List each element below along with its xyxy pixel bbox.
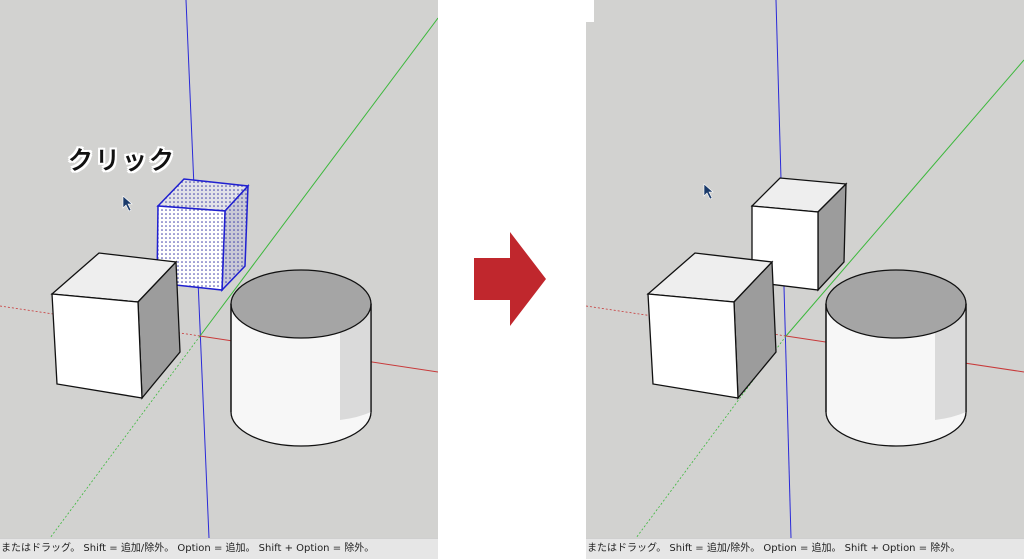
viewport-after[interactable] [586, 0, 1024, 538]
large-cube[interactable] [646, 252, 777, 400]
viewport-before[interactable]: クリック [0, 0, 438, 538]
status-bar-after: またはドラッグ。 Shift = 追加/除外。 Option = 追加。 Shi… [586, 538, 1024, 559]
viewport-corner-tab [586, 0, 594, 22]
select-arrow-cursor-icon [122, 195, 133, 212]
status-text-after: またはドラッグ。 Shift = 追加/除外。 Option = 追加。 Shi… [587, 543, 961, 554]
scene-before [0, 0, 438, 538]
cylinder[interactable] [825, 269, 967, 447]
large-cube[interactable] [50, 252, 181, 400]
cylinder[interactable] [230, 269, 372, 447]
right-arrow-icon [474, 232, 546, 326]
status-text-before: またはドラッグ。 Shift = 追加/除外。 Option = 追加。 Shi… [1, 543, 375, 554]
click-label: クリック [68, 146, 177, 175]
select-arrow-cursor-icon [703, 183, 714, 200]
status-bar-before: またはドラッグ。 Shift = 追加/除外。 Option = 追加。 Shi… [0, 538, 438, 559]
scene-after [586, 0, 1024, 538]
